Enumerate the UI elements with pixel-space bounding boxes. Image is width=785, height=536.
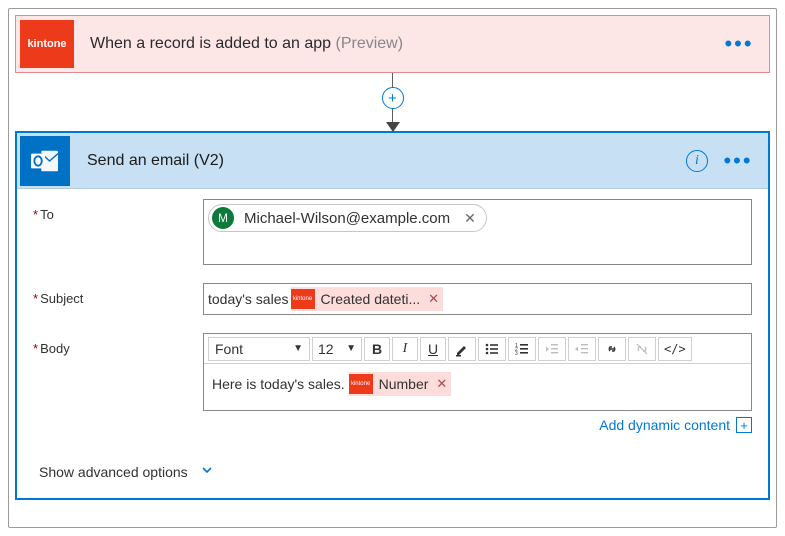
subject-label: *Subject <box>33 283 203 306</box>
rte-toolbar: Font▼ 12▼ B <box>204 334 751 364</box>
subject-text: today's sales <box>208 291 289 307</box>
trigger-title: When a record is added to an app (Previe… <box>90 35 723 53</box>
trigger-card[interactable]: kintone When a record is added to an app… <box>15 15 770 73</box>
body-content[interactable]: Here is today's sales. kintone Number ✕ <box>204 364 751 410</box>
to-input[interactable]: M Michael-Wilson@example.com ✕ <box>203 199 752 265</box>
indent-button[interactable] <box>569 338 595 360</box>
trigger-preview-suffix: (Preview) <box>336 35 404 52</box>
kintone-logo-icon: kintone <box>20 20 74 68</box>
avatar: M <box>212 207 234 229</box>
required-mark: * <box>33 341 38 356</box>
add-dynamic-content-icon[interactable]: + <box>736 417 752 433</box>
dynamic-token-number[interactable]: kintone Number ✕ <box>349 372 452 396</box>
subject-input[interactable]: today's sales kintone Created dateti... … <box>203 283 752 315</box>
add-dynamic-content-link[interactable]: Add dynamic content <box>599 417 730 433</box>
body-editor: Font▼ 12▼ B <box>203 333 752 411</box>
highlight-button[interactable] <box>449 338 475 360</box>
remove-recipient-icon[interactable]: ✕ <box>464 210 476 227</box>
required-mark: * <box>33 207 38 222</box>
outlook-logo-icon <box>20 136 70 186</box>
svg-text:3: 3 <box>515 351 518 357</box>
action-menu-icon[interactable]: ••• <box>722 145 754 177</box>
required-mark: * <box>33 291 38 306</box>
action-card: Send an email (V2) i ••• *To M Michael-W… <box>15 131 770 500</box>
info-icon[interactable]: i <box>686 150 708 172</box>
unlink-button[interactable] <box>629 338 655 360</box>
body-label: *Body <box>33 333 203 356</box>
field-row-body: *Body Font▼ 12▼ <box>33 333 752 433</box>
kintone-token-icon: kintone <box>349 374 373 394</box>
bold-button[interactable]: B <box>365 338 389 360</box>
to-label: *To <box>33 199 203 222</box>
show-advanced-options-toggle[interactable]: Show advanced options <box>39 463 214 480</box>
action-header[interactable]: Send an email (V2) i ••• <box>17 133 768 189</box>
trigger-name: When a record is added to an app <box>90 35 331 52</box>
bullet-list-button[interactable] <box>479 338 505 360</box>
code-view-button[interactable]: </> <box>659 338 691 360</box>
dynamic-token-created-datetime[interactable]: kintone Created dateti... ✕ <box>291 287 444 311</box>
action-title: Send an email (V2) <box>87 152 686 170</box>
connector: + <box>15 73 770 131</box>
body-text: Here is today's sales. <box>212 376 345 392</box>
chevron-down-icon <box>200 463 214 480</box>
outdent-button[interactable] <box>539 338 565 360</box>
arrow-down-icon <box>386 122 400 132</box>
numbered-list-button[interactable]: 123 <box>509 338 535 360</box>
italic-button[interactable]: I <box>393 338 417 360</box>
remove-token-icon[interactable]: ✕ <box>428 291 439 307</box>
field-row-subject: *Subject today's sales kintone Created d… <box>33 283 752 315</box>
link-button[interactable] <box>599 338 625 360</box>
field-row-to: *To M Michael-Wilson@example.com ✕ <box>33 199 752 265</box>
underline-button[interactable]: U <box>421 338 445 360</box>
trigger-menu-icon[interactable]: ••• <box>723 28 755 60</box>
kintone-token-icon: kintone <box>291 289 315 309</box>
token-label: Created dateti... <box>321 291 421 307</box>
font-family-select[interactable]: Font▼ <box>209 338 309 360</box>
token-label: Number <box>379 376 429 392</box>
recipient-chip[interactable]: M Michael-Wilson@example.com ✕ <box>208 204 487 232</box>
remove-token-icon[interactable]: ✕ <box>436 376 447 392</box>
font-size-select[interactable]: 12▼ <box>313 338 361 360</box>
recipient-email: Michael-Wilson@example.com <box>244 210 450 227</box>
add-step-button[interactable]: + <box>382 87 404 109</box>
